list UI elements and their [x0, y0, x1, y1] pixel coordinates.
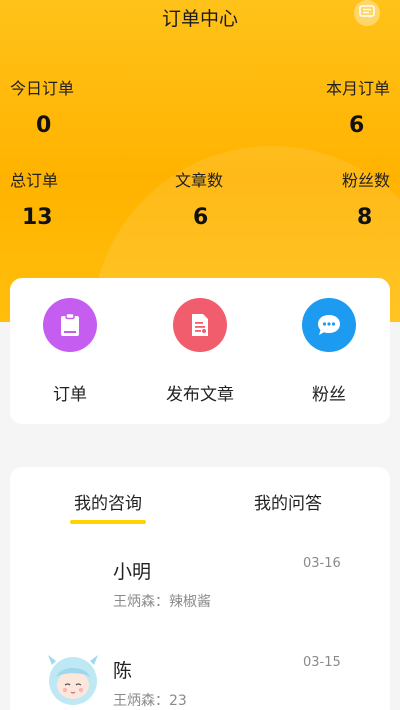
- fans-action-label: 粉丝: [312, 385, 346, 405]
- fans-action[interactable]: 粉丝: [274, 298, 384, 405]
- consultation-preview: 王炳森：23: [113, 693, 187, 709]
- consultation-name: 小明: [113, 561, 152, 583]
- page-title: 订单中心: [161, 8, 238, 30]
- fans-count-value: 8: [357, 205, 373, 230]
- avatar: [48, 655, 98, 705]
- consultation-name: 陈: [113, 660, 133, 682]
- orders-action[interactable]: 订单: [15, 298, 125, 405]
- publish-article-action[interactable]: 发布文章: [145, 298, 255, 405]
- clipboard-icon: [43, 298, 97, 352]
- month-orders-value: 6: [349, 113, 365, 138]
- message-button[interactable]: [354, 0, 380, 26]
- total-orders-value: 13: [22, 205, 53, 230]
- month-orders-label: 本月订单: [325, 79, 390, 98]
- consultation-date: 03-15: [303, 655, 341, 670]
- today-orders-value: 0: [36, 113, 52, 138]
- articles-count-value: 6: [193, 205, 209, 230]
- orders-action-label: 订单: [53, 385, 87, 405]
- tab-my-consultations[interactable]: 我的咨询: [74, 489, 142, 514]
- consultation-card: 我的咨询 我的问答 小明 王炳森：辣椒酱 03-16 陈 王炳森：23 03-1…: [10, 467, 390, 710]
- quick-actions-card: 订单 发布文章 粉丝: [10, 278, 390, 424]
- chat-bubble-icon: [302, 298, 356, 352]
- articles-count-label: 文章数: [175, 171, 224, 190]
- total-orders-label: 总订单: [10, 171, 59, 190]
- header-banner: 订单中心 今日订单 0 本月订单 6 总订单 13 文章数 6 粉丝数 8: [0, 0, 400, 322]
- fans-count-label: 粉丝数: [341, 171, 390, 190]
- publish-article-label: 发布文章: [166, 385, 234, 405]
- consultation-preview: 王炳森：辣椒酱: [113, 594, 211, 610]
- consultation-date: 03-16: [303, 556, 341, 571]
- message-icon: [359, 4, 375, 23]
- active-tab-indicator: [70, 520, 146, 524]
- today-orders-label: 今日订单: [10, 79, 75, 98]
- document-icon: [173, 298, 227, 352]
- tab-my-answers[interactable]: 我的问答: [254, 489, 322, 514]
